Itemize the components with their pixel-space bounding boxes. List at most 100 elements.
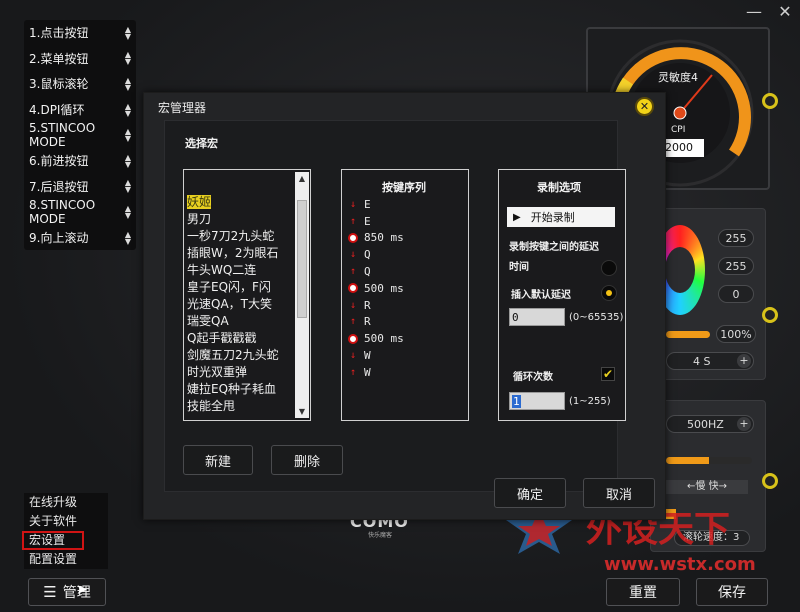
macro-name: 插眼W，2为眼石 <box>187 246 279 260</box>
sequence-item[interactable]: 500 ms <box>346 330 464 347</box>
macro-list-item[interactable]: 妖姬 <box>184 194 294 211</box>
scroll-thumb[interactable] <box>297 200 307 318</box>
up-down-arrows-icon[interactable]: ▲ ▼ <box>125 102 131 117</box>
macro-list-item[interactable]: 剑魔五刀2九头蛇 <box>184 347 294 364</box>
up-down-arrows-icon[interactable]: ▲ ▼ <box>125 51 131 66</box>
loop-count-input[interactable]: 1 <box>509 392 565 410</box>
up-down-arrows-icon[interactable]: ▲ ▼ <box>125 204 131 219</box>
dialog-close-button[interactable]: ✕ <box>635 97 654 116</box>
macro-name: Q起手戳戳戳 <box>187 331 257 345</box>
macro-scrollbar[interactable]: ▲ ▼ <box>295 172 309 418</box>
button-assignment-item[interactable]: 8.STINCOO MODE ▲ ▼ <box>24 198 136 226</box>
key-sequence-list[interactable]: ↓ E ↑ E 850 ms ↓ Q ↑ Q 500 ms ↓ R ↑ R 500 ms ↓ W ↑ W <box>346 196 464 381</box>
button-assignment-item[interactable]: 1.点击按钮 ▲ ▼ <box>24 20 136 46</box>
blue-value[interactable]: 0 <box>718 285 754 303</box>
record-delay-toggle[interactable] <box>601 260 617 276</box>
sequence-item[interactable]: ↑ E <box>346 213 464 230</box>
clock-icon <box>348 232 358 243</box>
macro-list-item[interactable]: 一秒7刀2九头蛇 <box>184 228 294 245</box>
sequence-item[interactable]: ↓ R <box>346 297 464 314</box>
button-assignment-label: 6.前进按钮 <box>29 154 89 169</box>
macro-list-item[interactable]: 皇子EQ闪，F闪 <box>184 279 294 296</box>
button-assignment-label: 1.点击按钮 <box>29 26 89 41</box>
report-rate-plus-button[interactable]: + <box>737 417 751 431</box>
macro-list-item[interactable]: Q起手戳戳戳 <box>184 330 294 347</box>
insert-default-delay-label: 插入默认延迟 <box>511 290 571 301</box>
button-assignment-item[interactable]: 5.STINCOO MODE ▲ ▼ <box>24 121 136 149</box>
up-down-arrows-icon[interactable]: ▲ ▼ <box>125 128 131 143</box>
side-menu-item[interactable]: 宏设置 <box>22 531 84 550</box>
macro-list-item[interactable]: 瑞雯QA <box>184 313 294 330</box>
macro-list-item[interactable]: 男刀 <box>184 211 294 228</box>
macro-list-item[interactable]: 技能全甩 <box>184 398 294 415</box>
gauge-knob-icon[interactable] <box>762 93 778 109</box>
loop-checkbox[interactable]: ✔ <box>601 367 615 381</box>
button-assignment-label: 9.向上滚动 <box>29 231 89 246</box>
brightness-slider[interactable] <box>666 331 710 338</box>
macro-name: 技能全甩 <box>187 399 236 413</box>
macro-list-item[interactable]: 插眼W，2为眼石 <box>184 245 294 262</box>
menu-icon: ☰ <box>43 583 57 601</box>
delete-macro-button[interactable]: 删除 <box>271 445 343 475</box>
new-macro-button[interactable]: 新建 <box>183 445 253 475</box>
up-down-arrows-icon[interactable]: ▲ ▼ <box>125 153 131 168</box>
minimize-button[interactable]: — <box>744 2 764 22</box>
watermark-url: www.wstx.com <box>604 554 756 575</box>
side-menu-item[interactable]: 配置设置 <box>24 550 108 569</box>
sequence-item[interactable]: 500 ms <box>346 280 464 297</box>
side-menu-item[interactable]: 关于软件 <box>24 512 108 531</box>
lighting-knob-icon[interactable] <box>762 307 778 323</box>
scroll-down-icon[interactable]: ▼ <box>297 407 307 416</box>
button-assignment-label: 7.后退按钮 <box>29 179 89 194</box>
button-assignment-item[interactable]: 3.鼠标滚轮 ▲ ▼ <box>24 71 136 97</box>
button-assignment-item[interactable]: 9.向上滚动 ▲ ▼ <box>24 225 136 251</box>
scroll-up-icon[interactable]: ▲ <box>297 174 307 183</box>
close-window-button[interactable]: ✕ <box>775 2 795 22</box>
key-down-arrow-icon: ↓ <box>349 299 357 311</box>
cancel-button[interactable]: 取消 <box>583 478 655 508</box>
start-record-button[interactable]: ▶ 开始录制 <box>507 207 615 227</box>
macro-name: 妖姬 <box>187 195 212 209</box>
button-assignment-item[interactable]: 2.菜单按钮 ▲ ▼ <box>24 46 136 72</box>
key-down-arrow-icon: ↓ <box>349 249 357 261</box>
cpi-value-input[interactable]: 2000 <box>662 139 704 157</box>
sequence-item[interactable]: 850 ms <box>346 230 464 247</box>
dialog-body: 选择宏 妖姬 男刀 一秒7刀2九头蛇 插眼W，2为眼石 牛头WQ二连 皇子EQ闪，F闪 光速… <box>164 120 626 492</box>
manage-button[interactable]: ☰ 管理 <box>28 578 106 606</box>
macro-list-item[interactable]: 时光双重弹 <box>184 364 294 381</box>
up-down-arrows-icon[interactable]: ▲ ▼ <box>125 179 131 194</box>
reset-button[interactable]: 重置 <box>606 578 680 606</box>
ok-button[interactable]: 确定 <box>494 478 566 508</box>
scroll-speed-slider[interactable] <box>666 457 752 464</box>
red-value[interactable]: 255 <box>718 229 754 247</box>
sequence-item[interactable]: ↓ W <box>346 347 464 364</box>
macro-listbox[interactable]: 妖姬男刀 一秒7刀2九头蛇 插眼W，2为眼石牛头WQ二连 皇子EQ闪，F闪 光速QA，T… <box>183 169 311 421</box>
button-assignment-item[interactable]: 7.后退按钮 ▲ ▼ <box>24 174 136 200</box>
report-knob-icon[interactable] <box>762 473 778 489</box>
speed-stepper[interactable]: 4 S + <box>666 352 754 370</box>
sequence-item[interactable]: ↓ E <box>346 196 464 213</box>
sequence-text: R <box>364 298 371 312</box>
speed-plus-button[interactable]: + <box>737 354 751 368</box>
save-button[interactable]: 保存 <box>696 578 768 606</box>
sequence-item[interactable]: ↑ R <box>346 314 464 331</box>
insert-default-delay-toggle[interactable] <box>601 285 617 301</box>
macro-name: 时光双重弹 <box>187 365 248 379</box>
sequence-item[interactable]: ↓ Q <box>346 246 464 263</box>
report-rate-stepper[interactable]: 500HZ + <box>666 415 754 433</box>
sequence-text: Q <box>364 265 371 279</box>
macro-list-item[interactable]: 光速QA，T大笑 <box>184 296 294 313</box>
sequence-item[interactable]: ↑ W <box>346 364 464 381</box>
side-menu-item[interactable]: 在线升级 <box>24 493 108 512</box>
up-down-arrows-icon[interactable]: ▲ ▼ <box>125 76 131 91</box>
loop-range-label: (1~255) <box>569 396 611 407</box>
default-delay-input[interactable]: 0 <box>509 308 565 326</box>
macro-list-item[interactable]: 牛头WQ二连 <box>184 262 294 279</box>
macro-list-item[interactable]: 婕拉EQ种子耗血 <box>184 381 294 398</box>
green-value[interactable]: 255 <box>718 257 754 275</box>
up-down-arrows-icon[interactable]: ▲ ▼ <box>125 25 131 40</box>
button-assignment-item[interactable]: 6.前进按钮 ▲ ▼ <box>24 148 136 174</box>
up-down-arrows-icon[interactable]: ▲ ▼ <box>125 230 131 245</box>
button-assignment-item[interactable]: 4.DPI循环 ▲ ▼ <box>24 97 136 123</box>
sequence-item[interactable]: ↑ Q <box>346 263 464 280</box>
